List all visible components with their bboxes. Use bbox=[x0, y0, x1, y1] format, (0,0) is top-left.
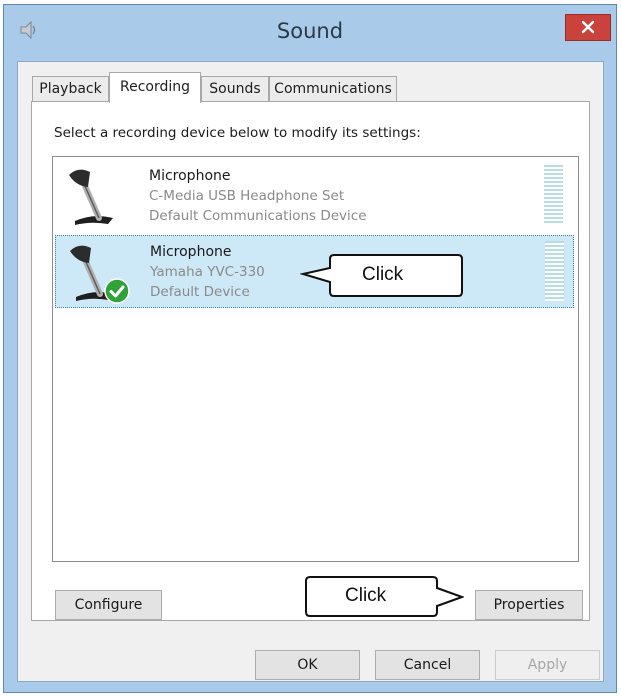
device-status: Default Device bbox=[150, 284, 250, 300]
instruction-text: Select a recording device below to modif… bbox=[54, 125, 421, 141]
level-meter bbox=[545, 241, 564, 301]
apply-button[interactable]: Apply bbox=[495, 650, 600, 680]
window-title: Sound bbox=[276, 19, 344, 43]
tab-sounds[interactable]: Sounds bbox=[201, 76, 269, 102]
microphone-icon bbox=[69, 169, 113, 225]
device-item-cmedia[interactable]: Microphone C-Media USB Headphone Set Def… bbox=[55, 160, 574, 233]
close-icon bbox=[581, 20, 595, 34]
device-detail: Yamaha YVC-330 bbox=[150, 264, 265, 280]
device-name: Microphone bbox=[149, 168, 231, 184]
configure-button[interactable]: Configure bbox=[55, 590, 162, 620]
ok-button[interactable]: OK bbox=[255, 650, 360, 680]
click-callout-device-text: Click bbox=[362, 264, 404, 285]
cancel-button[interactable]: Cancel bbox=[375, 650, 480, 680]
tab-communications[interactable]: Communications bbox=[269, 76, 397, 102]
title-bar[interactable]: Sound bbox=[4, 5, 616, 61]
recording-panel: Select a recording device below to modif… bbox=[31, 101, 590, 621]
level-meter bbox=[544, 165, 563, 225]
click-callout-properties-text: Click bbox=[345, 585, 387, 606]
properties-button[interactable]: Properties bbox=[475, 590, 583, 620]
close-button[interactable] bbox=[565, 14, 611, 41]
tab-recording[interactable]: Recording bbox=[109, 72, 201, 103]
tab-playback[interactable]: Playback bbox=[32, 76, 109, 102]
recording-device-list[interactable]: Microphone C-Media USB Headphone Set Def… bbox=[52, 156, 579, 562]
device-detail: C-Media USB Headphone Set bbox=[149, 188, 345, 204]
device-status: Default Communications Device bbox=[149, 208, 367, 224]
device-name: Microphone bbox=[150, 244, 232, 260]
check-icon bbox=[104, 278, 130, 304]
